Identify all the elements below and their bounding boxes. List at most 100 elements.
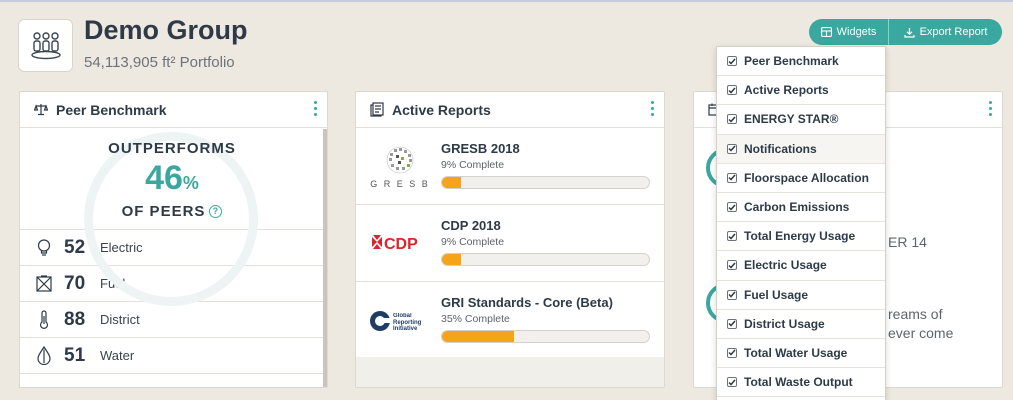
active-reports-card: Active Reports G R E S B GRESB 2018 9% C… bbox=[355, 91, 665, 388]
report-title: GRI Standards - Core (Beta) bbox=[441, 295, 613, 310]
report-progress-bar bbox=[441, 176, 650, 189]
card-header: Active Reports bbox=[356, 92, 664, 128]
widget-option[interactable]: Total Water Usage bbox=[717, 339, 885, 369]
checkbox-checked-icon[interactable] bbox=[727, 347, 737, 358]
water-drop-icon bbox=[32, 346, 56, 365]
widget-option[interactable]: Carbon Emissions bbox=[717, 193, 885, 223]
checkbox-checked-icon[interactable] bbox=[727, 172, 737, 183]
card-menu-button[interactable] bbox=[312, 101, 318, 116]
benchmark-score: 51 bbox=[64, 344, 86, 366]
widget-option[interactable]: Total Energy Usage bbox=[717, 222, 885, 252]
widgets-icon bbox=[820, 27, 832, 37]
widget-option-label: Notifications bbox=[744, 141, 817, 156]
benchmark-label: Water bbox=[100, 348, 135, 363]
report-title: GRESB 2018 bbox=[441, 141, 520, 156]
header-actions: Widgets Export Report bbox=[809, 19, 1002, 45]
help-icon[interactable]: ? bbox=[209, 205, 223, 218]
card-menu-button[interactable] bbox=[987, 101, 993, 116]
thermometer-icon bbox=[32, 310, 56, 329]
card-text: ever come bbox=[888, 325, 954, 341]
benchmark-row-water: 51 Water bbox=[20, 338, 327, 374]
report-progress-fill bbox=[442, 177, 461, 188]
report-item-gri[interactable]: Global Reporting Initiative GRI Standard… bbox=[356, 282, 664, 359]
portfolio-area: 54,113,905 ft² Portfolio bbox=[84, 54, 235, 71]
widget-option[interactable]: Fuel Usage bbox=[717, 281, 885, 310]
benchmark-label: District bbox=[100, 312, 140, 327]
gri-logo-text: Global Reporting Initiative bbox=[393, 313, 422, 332]
checkbox-checked-icon[interactable] bbox=[727, 289, 737, 300]
gresb-logo: G R E S B bbox=[368, 142, 432, 192]
card-scrollbar[interactable] bbox=[323, 129, 327, 387]
benchmark-summary: OUTPERFORMS 46% OF PEERS? bbox=[20, 128, 327, 306]
report-title: CDP 2018 bbox=[441, 218, 501, 233]
widget-option-label: Floorspace Allocation bbox=[744, 170, 869, 185]
widgets-dropdown: Peer Benchmark Active Reports ENERGY STAR®… bbox=[716, 46, 886, 400]
report-progress-fill bbox=[442, 331, 515, 342]
percent-value: 46 bbox=[145, 159, 183, 197]
report-status: 35% Complete bbox=[441, 313, 510, 325]
report-document-icon bbox=[370, 102, 384, 117]
widget-option[interactable]: Electric Usage bbox=[717, 251, 885, 281]
widget-option[interactable]: Peer Benchmark bbox=[717, 47, 885, 77]
report-status: 9% Complete bbox=[441, 236, 505, 248]
checkbox-checked-icon[interactable] bbox=[727, 202, 737, 213]
report-progress-bar bbox=[441, 253, 650, 266]
checkbox-checked-icon[interactable] bbox=[727, 56, 737, 67]
report-progress-fill bbox=[442, 254, 461, 265]
checkbox-checked-icon[interactable] bbox=[727, 143, 737, 154]
widget-option-label: Total Waste Output bbox=[744, 375, 853, 390]
widget-option-label: Fuel Usage bbox=[744, 287, 809, 302]
export-report-button[interactable]: Export Report bbox=[889, 19, 1002, 45]
widget-option-label: Electric Usage bbox=[744, 258, 827, 273]
widget-option-label: Peer Benchmark bbox=[744, 54, 839, 69]
percent-symbol: % bbox=[182, 173, 199, 193]
card-text: ER 14 bbox=[888, 234, 927, 250]
page-title: Demo Group bbox=[84, 15, 248, 45]
benchmark-row-district: 88 District bbox=[20, 302, 327, 338]
benchmark-score: 70 bbox=[64, 272, 86, 294]
download-icon bbox=[903, 27, 915, 38]
widget-option[interactable]: Notifications bbox=[717, 134, 885, 164]
widget-option[interactable]: ENERGY STAR® bbox=[717, 105, 885, 135]
card-title: Active Reports bbox=[392, 101, 491, 118]
gresb-logo-text: G R E S B bbox=[370, 179, 430, 189]
group-people-icon bbox=[30, 31, 61, 59]
widgets-label: Widgets bbox=[836, 26, 877, 38]
lightbulb-icon bbox=[32, 238, 56, 257]
card-text: reams of bbox=[888, 306, 943, 322]
of-peers-text: OF PEERS bbox=[121, 203, 206, 220]
of-peers-label: OF PEERS? bbox=[20, 203, 324, 220]
benchmark-percent: 46% bbox=[20, 159, 324, 198]
widget-option-label: ENERGY STAR® bbox=[744, 112, 839, 127]
peer-benchmark-card: Peer Benchmark OUTPERFORMS 46% OF PEERS?… bbox=[19, 91, 328, 388]
reports-footer bbox=[356, 357, 664, 387]
card-title: Peer Benchmark bbox=[56, 101, 167, 118]
card-header: Peer Benchmark bbox=[20, 92, 327, 128]
widget-option[interactable]: District Usage bbox=[717, 310, 885, 339]
checkbox-checked-icon[interactable] bbox=[727, 260, 737, 271]
widget-option-label: Total Water Usage bbox=[744, 345, 848, 360]
report-status: 9% Complete bbox=[441, 159, 505, 171]
widget-option[interactable]: Total Waste Output bbox=[717, 368, 885, 398]
report-progress-bar bbox=[441, 330, 650, 343]
widgets-button[interactable]: Widgets bbox=[809, 19, 889, 45]
report-item-gresb[interactable]: G R E S B GRESB 2018 9% Complete bbox=[356, 128, 664, 205]
checkbox-checked-icon[interactable] bbox=[727, 114, 737, 125]
checkbox-checked-icon[interactable] bbox=[727, 377, 737, 388]
widget-option-label: Carbon Emissions bbox=[744, 200, 850, 215]
card-menu-button[interactable] bbox=[649, 101, 655, 116]
widget-option[interactable]: Floorspace Allocation bbox=[717, 164, 885, 193]
export-label: Export Report bbox=[919, 26, 988, 38]
widget-option-label: Active Reports bbox=[744, 83, 829, 98]
fuel-icon bbox=[32, 275, 56, 292]
checkbox-checked-icon[interactable] bbox=[727, 85, 737, 96]
report-item-cdp[interactable]: CDP CDP 2018 9% Complete bbox=[356, 205, 664, 282]
group-avatar bbox=[18, 19, 73, 72]
outperforms-label: OUTPERFORMS bbox=[108, 140, 236, 157]
gri-logo: Global Reporting Initiative bbox=[368, 296, 432, 346]
checkbox-checked-icon[interactable] bbox=[727, 231, 737, 242]
widget-option-label: District Usage bbox=[744, 316, 825, 331]
widget-option[interactable]: Active Reports bbox=[717, 76, 885, 106]
checkbox-checked-icon[interactable] bbox=[727, 318, 737, 329]
widget-option-label: Total Energy Usage bbox=[744, 229, 856, 244]
